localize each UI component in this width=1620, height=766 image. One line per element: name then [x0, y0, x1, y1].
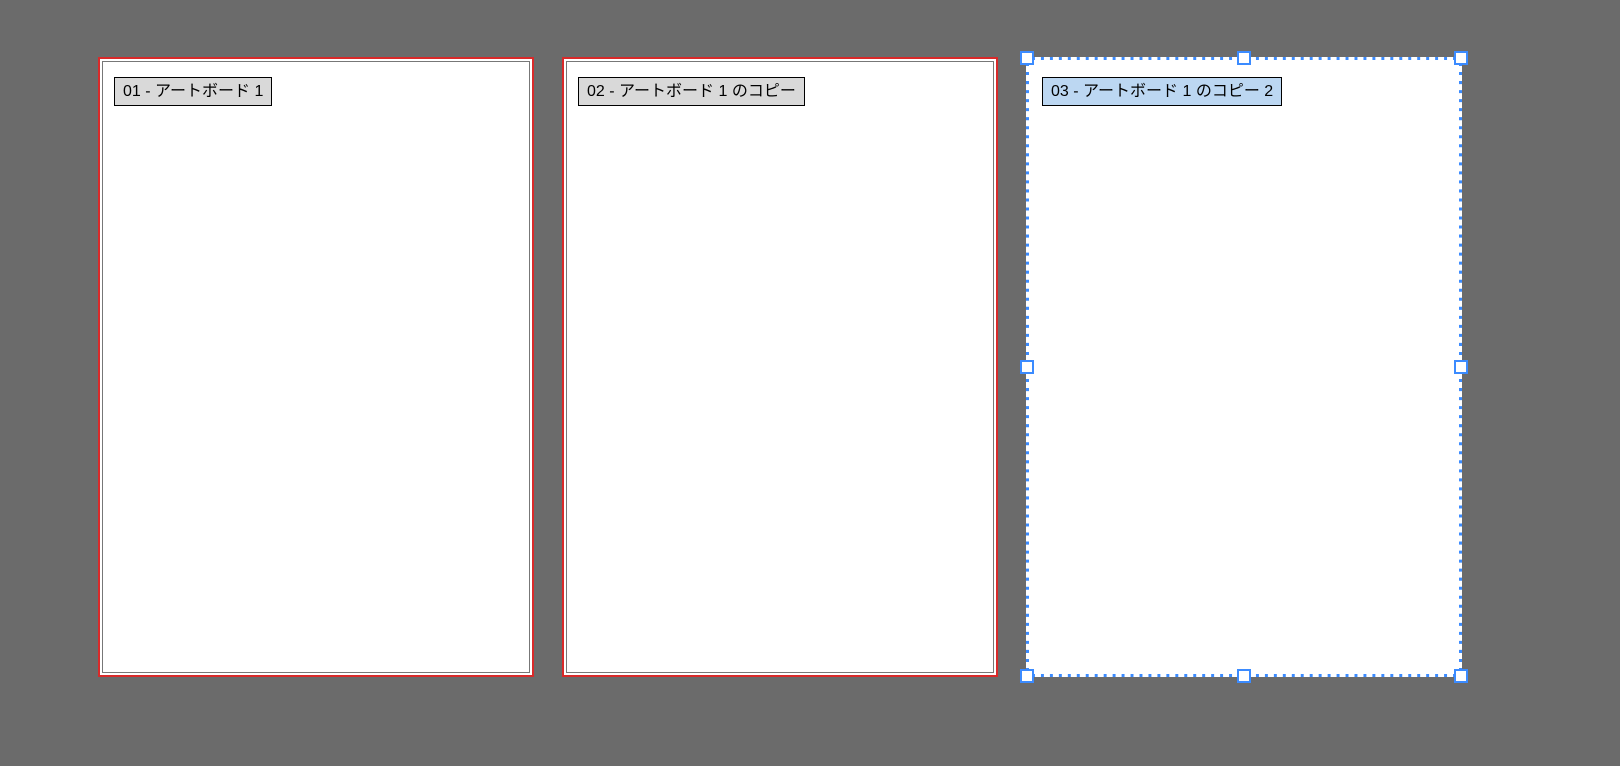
- selection-border-solid: [1026, 57, 1462, 677]
- artboard-01[interactable]: 01 - アートボード 1: [100, 59, 532, 675]
- artboard-inner: [567, 62, 993, 672]
- artboard-02[interactable]: 02 - アートボード 1 のコピー: [564, 59, 996, 675]
- selection-border-dash: [1026, 57, 1462, 677]
- artboard-label-03[interactable]: 03 - アートボード 1 のコピー 2: [1042, 77, 1282, 106]
- resize-handle-middle-bottom[interactable]: [1237, 669, 1251, 683]
- resize-handle-bottom-left[interactable]: [1020, 669, 1034, 683]
- resize-handle-bottom-right[interactable]: [1454, 669, 1468, 683]
- resize-handle-top-right[interactable]: [1454, 51, 1468, 65]
- resize-handle-middle-left[interactable]: [1020, 360, 1034, 374]
- artboard-03[interactable]: 03 - アートボード 1 のコピー 2: [1028, 59, 1460, 675]
- artboard-label-02[interactable]: 02 - アートボード 1 のコピー: [578, 77, 805, 106]
- resize-handle-middle-right[interactable]: [1454, 360, 1468, 374]
- resize-handle-middle-top[interactable]: [1237, 51, 1251, 65]
- canvas-area[interactable]: 01 - アートボード 1 02 - アートボード 1 のコピー 03 - アー…: [0, 0, 1620, 766]
- selection-outline: [1028, 59, 1460, 675]
- resize-handle-top-left[interactable]: [1020, 51, 1034, 65]
- artboard-label-01[interactable]: 01 - アートボード 1: [114, 77, 272, 106]
- artboard-inner: [103, 62, 529, 672]
